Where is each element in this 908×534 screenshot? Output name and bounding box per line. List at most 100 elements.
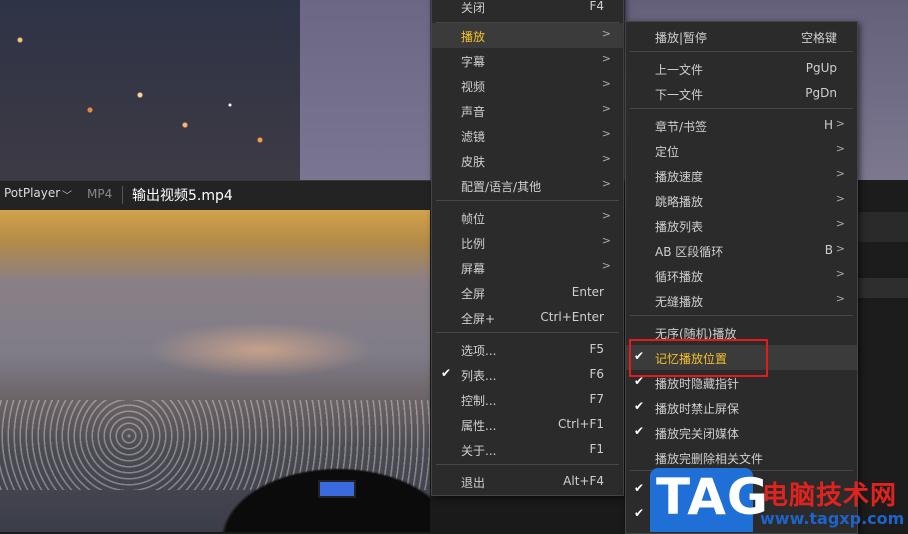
submenu-arrow-icon: > — [835, 117, 845, 130]
menu-item-label: 跳略播放 — [655, 195, 704, 209]
panel-row — [856, 278, 908, 298]
title-divider — [122, 186, 123, 204]
menu-item[interactable]: 播放速度 > — [626, 163, 857, 188]
annotation-highlight-box — [629, 339, 768, 377]
file-name: 输出视频5.mp4 — [132, 188, 233, 204]
submenu-arrow-icon: > — [835, 167, 845, 180]
menu-item[interactable]: 无缝播放 > — [626, 288, 857, 313]
menu-item[interactable]: 关于... F1 — [432, 437, 623, 462]
menu-item[interactable]: 退出 Alt+F4 — [432, 469, 623, 494]
menu-item-shortcut: Ctrl+F1 — [558, 417, 604, 431]
menu-item-label: 播放完删除相关文件 — [655, 452, 764, 466]
chevron-down-icon[interactable]: ﹀ — [62, 187, 72, 202]
checkmark-icon: ✔ — [441, 366, 452, 380]
menu-item-shortcut: Enter — [571, 285, 604, 299]
menu-item-label: 播放速度 — [655, 170, 704, 184]
menu-separator — [630, 108, 853, 109]
menu-separator — [436, 22, 619, 23]
menu-separator — [630, 315, 853, 316]
format-label: MP4 — [87, 187, 113, 201]
play-submenu: 播放|暂停 空格键 上一文件 PgUp 下一文件 PgDn 章节/书签 H > 定位 > 播放速度 > 跳… — [625, 21, 858, 534]
menu-item-label: 比例 — [461, 237, 486, 251]
menu-item[interactable]: 声音 > — [432, 98, 623, 123]
menu-item[interactable]: 定位 > — [626, 138, 857, 163]
menu-item[interactable]: ✔ 播放完关闭媒体 — [626, 420, 857, 445]
menu-item-label: 声音 — [461, 105, 486, 119]
menu-separator — [436, 200, 619, 201]
checkmark-icon: ✔ — [634, 506, 645, 520]
submenu-arrow-icon: > — [601, 52, 611, 65]
menu-item[interactable]: 跳略播放 > — [626, 188, 857, 213]
menu-item[interactable]: 播放完删除相关文件 — [626, 445, 857, 470]
menu-item[interactable]: 章节/书签 H > — [626, 113, 857, 138]
submenu-arrow-icon: > — [835, 192, 845, 205]
menu-item-shortcut: F1 — [589, 442, 604, 456]
menu-item-label: 滤镜 — [461, 130, 486, 144]
menu-separator — [630, 51, 853, 52]
menu-item-label: 选项... — [461, 344, 497, 358]
menu-item-shortcut: PgDn — [805, 86, 837, 100]
submenu-arrow-icon: > — [601, 152, 611, 165]
menu-item-label: 上一文件 — [655, 63, 704, 77]
submenu-arrow-icon: > — [601, 102, 611, 115]
menu-item[interactable]: AB 区段循环 B > — [626, 238, 857, 263]
menu-item[interactable]: 皮肤 > — [432, 148, 623, 173]
menu-item[interactable]: 播放 > — [432, 23, 623, 48]
menu-item[interactable]: 属性... Ctrl+F1 — [432, 412, 623, 437]
submenu-arrow-icon: > — [835, 292, 845, 305]
menu-item-label: 退出 — [461, 476, 486, 490]
menu-item[interactable]: 配置/语言/其他 > — [432, 173, 623, 198]
menu-item[interactable]: 上一文件 PgUp — [626, 56, 857, 81]
menu-item-label: 属性... — [461, 419, 497, 433]
menu-item[interactable]: 全屏+ Ctrl+Enter — [432, 305, 623, 330]
menu-item[interactable]: 比例 > — [432, 230, 623, 255]
menu-item[interactable]: 字幕 > — [432, 48, 623, 73]
submenu-arrow-icon: > — [601, 127, 611, 140]
menu-item-shortcut: PgUp — [805, 61, 837, 75]
menu-item[interactable]: 屏幕 > — [432, 255, 623, 280]
menu-item-label: 关于... — [461, 444, 497, 458]
menu-separator — [436, 464, 619, 465]
menu-item-label: 定位 — [655, 145, 680, 159]
app-name-menu[interactable]: PotPlayer — [4, 186, 60, 200]
menu-item[interactable]: 播放|暂停 空格键 — [626, 24, 857, 49]
checkmark-icon: ✔ — [634, 399, 645, 413]
menu-item[interactable]: 控制... F7 — [432, 387, 623, 412]
menu-item[interactable]: 循环播放 > — [626, 263, 857, 288]
menu-item[interactable]: 滤镜 > — [432, 123, 623, 148]
menu-item-shortcut: Alt+F4 — [563, 474, 604, 488]
submenu-arrow-icon: > — [835, 242, 845, 255]
menu-item[interactable]: 下一文件 PgDn — [626, 81, 857, 106]
menu-item[interactable]: ✔ 播放时禁止屏保 — [626, 395, 857, 420]
menu-item-label: 控制... — [461, 394, 497, 408]
watermark-tag-text: TAG — [656, 468, 769, 526]
menu-item-label: 无缝播放 — [655, 295, 704, 309]
submenu-arrow-icon: > — [601, 27, 611, 40]
menu-item-label: 帧位 — [461, 212, 486, 226]
menu-item[interactable]: 播放列表 > — [626, 213, 857, 238]
menu-item[interactable]: 帧位 > — [432, 205, 623, 230]
wallpaper-panel — [300, 0, 430, 180]
menu-item[interactable]: 关闭 F4 — [432, 0, 623, 19]
menu-item-label: 章节/书签 — [655, 120, 708, 134]
menu-item-label: 下一文件 — [655, 88, 704, 102]
main-context-menu: 关闭 F4 播放 > 字幕 > 视频 > 声音 > 滤镜 > 皮肤 > 配置/语言/其他 > 帧位 > 比例 > 屏幕 >… — [431, 0, 624, 496]
menu-item[interactable]: 视频 > — [432, 73, 623, 98]
submenu-arrow-icon: > — [601, 234, 611, 247]
submenu-arrow-icon: > — [601, 209, 611, 222]
menu-item[interactable]: 选项... F5 — [432, 337, 623, 362]
menu-item-shortcut: 空格键 — [800, 31, 837, 45]
menu-item-label: 播放|暂停 — [655, 31, 708, 45]
submenu-arrow-icon: > — [601, 77, 611, 90]
menu-item-label: AB 区段循环 — [655, 245, 724, 259]
menu-item-label: 视频 — [461, 80, 486, 94]
phone-screen-in-video — [318, 480, 356, 498]
menu-item-shortcut: Ctrl+Enter — [540, 310, 604, 324]
menu-item-label: 全屏+ — [461, 312, 496, 326]
watermark-site-name: 电脑技术网 — [762, 481, 898, 511]
submenu-arrow-icon: > — [835, 267, 845, 280]
menu-item[interactable]: 全屏 Enter — [432, 280, 623, 305]
menu-item-label: 字幕 — [461, 55, 486, 69]
menu-item-label: 列表... — [461, 369, 497, 383]
menu-item[interactable]: ✔ 列表... F6 — [432, 362, 623, 387]
